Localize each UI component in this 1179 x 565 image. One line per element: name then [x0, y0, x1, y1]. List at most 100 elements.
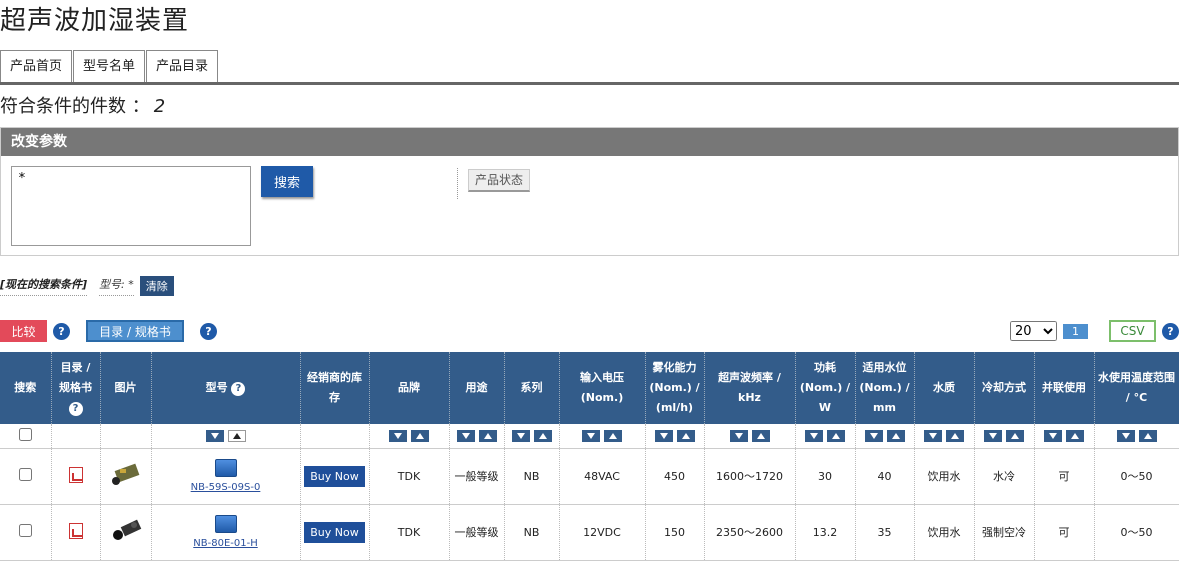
parameter-panel: 改变参数 搜索 产品状态: [0, 127, 1179, 256]
sort-cell: [1034, 424, 1095, 449]
sort-ascending-icon[interactable]: [1138, 430, 1157, 443]
sort-ascending-icon[interactable]: [827, 430, 845, 443]
temperature-cell: 0～50: [1094, 448, 1179, 505]
sort-ascending-icon[interactable]: [411, 430, 429, 443]
brand-cell: TDK: [369, 448, 450, 505]
sort-cell: [504, 424, 560, 449]
help-icon[interactable]: ?: [68, 402, 83, 416]
col-frequency: 超声波频率 / kHz: [704, 352, 796, 424]
sort-ascending-icon[interactable]: [478, 430, 497, 443]
tab-model-list[interactable]: 型号名单: [73, 50, 146, 82]
sort-ascending-icon[interactable]: [1006, 430, 1024, 443]
empty-cell: [100, 424, 152, 449]
col-cooling: 冷却方式: [974, 352, 1035, 424]
sort-ascending-icon[interactable]: [227, 430, 246, 443]
water-quality-cell: 饮用水: [914, 504, 975, 561]
col-series: 系列: [504, 352, 560, 424]
pdf-icon[interactable]: [68, 522, 83, 539]
row-checkbox[interactable]: [18, 468, 32, 481]
sort-cell: [449, 424, 505, 449]
conditions-label: [现在的搜索条件]: [0, 276, 88, 296]
model-link[interactable]: NB-80E-01-H: [193, 538, 257, 549]
voltage-cell: 48VAC: [559, 448, 646, 505]
sort-cell: [974, 424, 1035, 449]
col-parallel: 并联使用: [1034, 352, 1095, 424]
nav-tabs: 产品首页 型号名单 产品目录: [0, 50, 219, 82]
help-icon[interactable]: ?: [53, 323, 70, 340]
per-page-select[interactable]: 20: [1010, 321, 1057, 341]
sort-descending-icon[interactable]: [456, 430, 475, 443]
help-icon[interactable]: ?: [1162, 323, 1179, 340]
sort-descending-icon[interactable]: [654, 430, 673, 443]
tab-product-catalog[interactable]: 产品目录: [146, 50, 219, 82]
sort-descending-icon[interactable]: [511, 430, 530, 443]
sort-descending-icon[interactable]: [1116, 430, 1135, 443]
sort-ascending-icon[interactable]: [604, 430, 622, 443]
row-checkbox[interactable]: [18, 524, 32, 537]
sort-ascending-icon[interactable]: [676, 430, 695, 443]
help-icon[interactable]: ?: [231, 382, 246, 396]
select-all-checkbox[interactable]: [18, 427, 32, 441]
pdf-icon[interactable]: [68, 466, 83, 483]
stock-cell: Buy Now: [300, 504, 370, 561]
csv-button[interactable]: CSV: [1109, 320, 1156, 342]
help-icon[interactable]: ?: [200, 323, 217, 340]
sort-descending-icon[interactable]: [864, 430, 883, 443]
result-count-label: 符合条件的件数 ：: [0, 96, 150, 117]
sort-descending-icon[interactable]: [389, 430, 407, 443]
clear-button[interactable]: 清除: [139, 276, 174, 296]
col-water-quality: 水质: [914, 352, 975, 424]
sort-cell: [369, 424, 450, 449]
catalog-cell: [51, 504, 101, 561]
sort-ascending-icon[interactable]: [1066, 430, 1084, 443]
sort-cell: [645, 424, 705, 449]
col-brand: 品牌: [369, 352, 450, 424]
catalog-spec-button[interactable]: 目录 / 规格书: [86, 320, 184, 342]
sort-descending-icon[interactable]: [805, 430, 823, 443]
results-table: 搜索 目录 / 规格书? 图片 型号 ? 经销商的库存 品牌 用途 系列 输入电…: [0, 352, 1179, 561]
parallel-cell: 可: [1034, 504, 1095, 561]
water-level-cell: 35: [855, 504, 915, 561]
model-cell: NB-80E-01-H: [151, 504, 301, 561]
sort-descending-icon[interactable]: [729, 430, 748, 443]
sort-descending-icon[interactable]: [984, 430, 1002, 443]
water-quality-cell: 饮用水: [914, 448, 975, 505]
col-temperature: 水使用温度范围 / °C: [1094, 352, 1179, 424]
sort-ascending-icon[interactable]: [886, 430, 905, 443]
row-select-cell: [0, 504, 52, 561]
compare-button[interactable]: 比较: [0, 320, 47, 342]
model-thumbnail-icon[interactable]: [214, 515, 237, 533]
model-link[interactable]: NB-59S-09S-0: [191, 482, 261, 493]
sort-descending-icon[interactable]: [205, 430, 224, 443]
buy-now-button[interactable]: Buy Now: [304, 465, 365, 487]
page-number-1[interactable]: 1: [1063, 324, 1088, 339]
sort-ascending-icon[interactable]: [946, 430, 964, 443]
frequency-cell: 2350～2600: [704, 504, 796, 561]
sort-descending-icon[interactable]: [582, 430, 600, 443]
col-usage: 用途: [449, 352, 505, 424]
cooling-cell: 水冷: [974, 448, 1035, 505]
model-search-input[interactable]: [11, 166, 251, 246]
col-catalog: 目录 / 规格书?: [51, 352, 101, 424]
sort-descending-icon[interactable]: [924, 430, 942, 443]
sort-cell: [1094, 424, 1179, 449]
product-image: [112, 519, 141, 540]
col-image: 图片: [100, 352, 152, 424]
result-count: 符合条件的件数 ： 2: [0, 92, 165, 118]
current-conditions: [现在的搜索条件] 型号: * 清除: [0, 276, 174, 296]
model-thumbnail-icon[interactable]: [214, 459, 237, 477]
tab-product-home[interactable]: 产品首页: [0, 50, 73, 82]
buy-now-button[interactable]: Buy Now: [304, 521, 365, 543]
series-cell: NB: [504, 504, 560, 561]
sort-descending-icon[interactable]: [1044, 430, 1062, 443]
parallel-cell: 可: [1034, 448, 1095, 505]
cooling-cell: 强制空冷: [974, 504, 1035, 561]
search-button[interactable]: 搜索: [261, 166, 313, 197]
sort-cell: [151, 424, 301, 449]
sort-ascending-icon[interactable]: [533, 430, 552, 443]
select-all-cell: [0, 424, 52, 449]
sort-ascending-icon[interactable]: [751, 430, 770, 443]
tab-divider: [0, 82, 1179, 85]
brand-cell: TDK: [369, 504, 450, 561]
product-state-button[interactable]: 产品状态: [468, 169, 531, 192]
